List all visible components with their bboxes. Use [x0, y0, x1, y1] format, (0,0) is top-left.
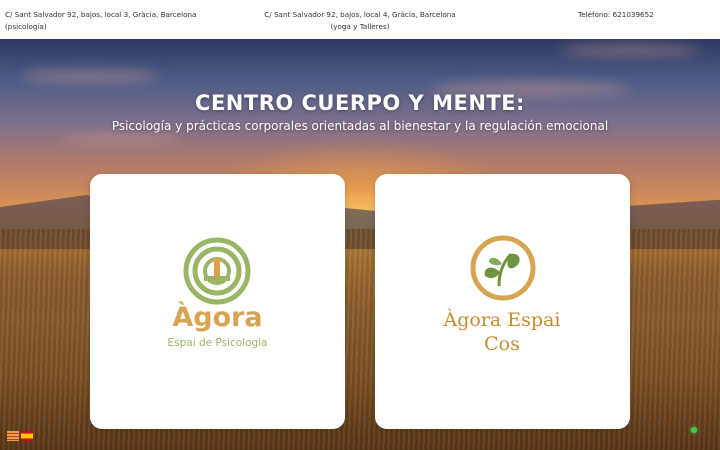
agora-espai-cos-leaf-logo-icon: [470, 235, 536, 301]
ca-flag-icon[interactable]: [7, 431, 19, 441]
language-switcher[interactable]: [7, 431, 34, 443]
cloud-decoration: [560, 44, 700, 56]
address-psicologia: C/ Sant Salvador 92, bajos, local 3, Grà…: [5, 10, 197, 31]
online-dot-icon: [691, 427, 697, 433]
card-agora-espai-cos[interactable]: Àgora Espai Cos: [375, 174, 630, 429]
page-subtitle: Psicología y prácticas corporales orient…: [111, 119, 609, 133]
agora-psicologia-logo-icon: [183, 237, 251, 305]
hero-section: CENTRO CUERPO Y MENTE: Psicología y prác…: [0, 39, 720, 450]
phone-number[interactable]: Teléfono: 621039652: [578, 9, 668, 21]
es-flag-icon[interactable]: [21, 431, 33, 441]
page-title: CENTRO CUERPO Y MENTE:: [195, 91, 525, 115]
brand-name-espai-cos: Àgora Espai Cos: [443, 309, 561, 355]
brand-subtitle-psicologia: Espai de Psicologia: [167, 337, 268, 349]
card-agora-psicologia[interactable]: Àgora Espai de Psicologia: [90, 174, 345, 429]
cloud-decoration: [60, 134, 180, 144]
address-yoga: C/ Sant Salvador 92, bajos, local 4, Grà…: [264, 10, 456, 31]
brand-name-psicologia: Àgora: [172, 302, 263, 333]
cloud-decoration: [20, 69, 160, 83]
top-info-bar: C/ Sant Salvador 92, bajos, local 3, Grà…: [0, 0, 720, 39]
